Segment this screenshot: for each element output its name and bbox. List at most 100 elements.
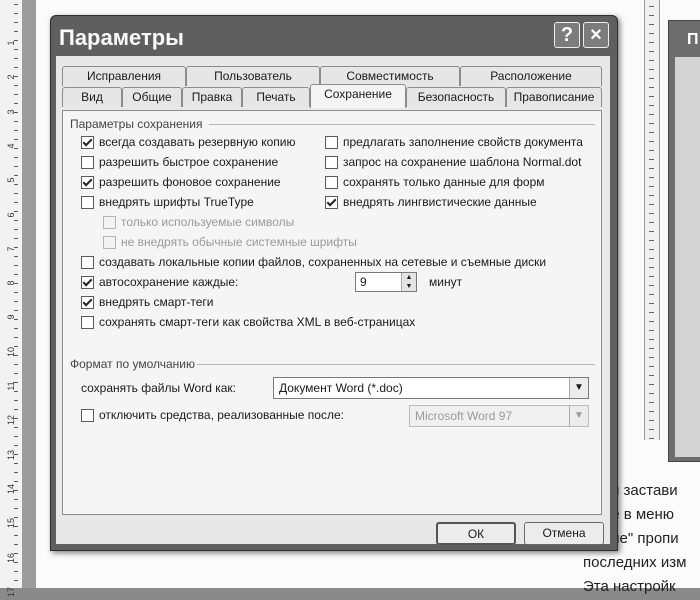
ruler-tick bbox=[649, 96, 654, 97]
tab-user[interactable]: Пользователь bbox=[186, 66, 320, 86]
ruler-tick bbox=[649, 303, 654, 304]
ruler-tick bbox=[649, 276, 654, 277]
smart-tags-xml-checkbox[interactable]: сохранять смарт-теги как свойства XML в … bbox=[81, 315, 415, 329]
save-format-select[interactable]: Документ Word (*.doc) ▼ bbox=[273, 377, 589, 399]
ruler-tick bbox=[649, 78, 654, 79]
ruler-tick bbox=[14, 130, 18, 131]
save-format-value: Документ Word (*.doc) bbox=[279, 381, 403, 395]
tab-layout[interactable]: Расположение bbox=[460, 66, 602, 86]
embed-truetype-checkbox[interactable]: внедрять шрифты TrueType bbox=[81, 195, 254, 209]
ruler-tick bbox=[14, 436, 18, 437]
checkbox-box[interactable] bbox=[103, 235, 116, 249]
default-format-group-label: Формат по умолчанию bbox=[70, 357, 195, 371]
tab-save[interactable]: Сохранение bbox=[310, 84, 406, 108]
prompt-doc-properties-checkbox[interactable]: предлагать заполнение свойств документа bbox=[325, 135, 583, 149]
autosave-minutes-value[interactable]: 9 bbox=[356, 273, 401, 291]
no-system-fonts-checkbox[interactable]: не внедрять обычные системные шрифты bbox=[103, 235, 357, 249]
ruler-tick bbox=[649, 6, 654, 7]
fast-save-checkbox[interactable]: разрешить быстрое сохранение bbox=[81, 155, 278, 169]
ruler-number: 16 bbox=[6, 552, 16, 563]
ok-button[interactable]: ОК bbox=[436, 522, 516, 545]
checkbox-box[interactable] bbox=[81, 275, 94, 289]
ruler-number: 17 bbox=[6, 586, 16, 597]
ruler-tick bbox=[649, 15, 654, 16]
ruler-tick bbox=[14, 463, 18, 464]
ruler-number: 8 bbox=[6, 280, 16, 286]
prompt-normal-template-checkbox[interactable]: запрос на сохранение шаблона Normal.dot bbox=[325, 155, 581, 169]
background-save-checkbox[interactable]: разрешить фоновое сохранение bbox=[81, 175, 281, 189]
cancel-button[interactable]: Отмена bbox=[524, 522, 604, 545]
tab-print[interactable]: Печать bbox=[242, 87, 310, 107]
checkbox-box[interactable] bbox=[325, 155, 338, 169]
ruler-tick bbox=[14, 328, 18, 329]
checkbox-box[interactable] bbox=[103, 215, 116, 229]
ruler-number: 6 bbox=[6, 212, 16, 218]
ruler-tick bbox=[14, 166, 18, 167]
checkbox-box[interactable] bbox=[325, 135, 338, 149]
autosave-checkbox[interactable]: автосохранение каждые: bbox=[81, 275, 238, 289]
tab-corrections[interactable]: Исправления bbox=[62, 66, 186, 86]
backup-copy-checkbox[interactable]: всегда создавать резервную копию bbox=[81, 135, 295, 149]
checkbox-label: внедрять шрифты TrueType bbox=[99, 195, 254, 209]
disable-features-checkbox[interactable]: отключить средства, реализованные после: bbox=[81, 408, 344, 422]
checkbox-label: разрешить фоновое сохранение bbox=[99, 175, 281, 189]
ruler-tick bbox=[649, 258, 654, 259]
disable-version-value: Microsoft Word 97 bbox=[415, 409, 513, 423]
ruler-number: 1 bbox=[6, 40, 16, 46]
help-icon[interactable]: ? bbox=[554, 22, 580, 48]
ruler-tick bbox=[14, 364, 18, 365]
tab-edit[interactable]: Правка bbox=[182, 87, 242, 107]
close-icon[interactable]: × bbox=[583, 22, 609, 48]
ruler-tick bbox=[649, 213, 654, 214]
checkbox-box[interactable] bbox=[81, 255, 94, 269]
ruler-tick bbox=[649, 339, 654, 340]
embed-smart-tags-checkbox[interactable]: внедрять смарт-теги bbox=[81, 295, 213, 309]
checkbox-box[interactable] bbox=[81, 155, 94, 169]
local-copies-checkbox[interactable]: создавать локальные копии файлов, сохран… bbox=[81, 255, 546, 269]
tab-row-top: Исправления Пользователь Совместимость Р… bbox=[62, 66, 602, 86]
ruler-tick bbox=[649, 141, 654, 142]
tab-compatibility[interactable]: Совместимость bbox=[320, 66, 460, 86]
ruler-tick bbox=[14, 292, 18, 293]
ruler-tick bbox=[14, 301, 18, 302]
options-dialog: Параметры ? × Исправления Пользователь С… bbox=[50, 15, 618, 551]
chevron-down-icon[interactable]: ▼ bbox=[569, 378, 588, 398]
group-divider bbox=[197, 364, 595, 365]
ruler-tick bbox=[649, 294, 654, 295]
checkbox-box[interactable] bbox=[81, 408, 94, 422]
tab-view[interactable]: Вид bbox=[62, 87, 122, 107]
checkbox-box[interactable] bbox=[81, 135, 94, 149]
chevron-down-icon[interactable]: ▼ bbox=[402, 282, 416, 291]
checkbox-box[interactable] bbox=[81, 315, 94, 329]
ruler-tick bbox=[649, 123, 654, 124]
checkbox-box[interactable] bbox=[325, 195, 338, 209]
checkbox-label: не внедрять обычные системные шрифты bbox=[121, 235, 357, 249]
chevron-up-icon[interactable]: ▲ bbox=[402, 273, 416, 282]
ruler-tick bbox=[649, 393, 654, 394]
ruler-tick bbox=[14, 85, 18, 86]
checkbox-box[interactable] bbox=[81, 295, 94, 309]
doc-line: последних изм bbox=[583, 554, 687, 571]
background-dialog: П bbox=[668, 20, 700, 462]
tab-general[interactable]: Общие bbox=[122, 87, 182, 107]
checkbox-label: сохранять только данные для форм bbox=[343, 175, 545, 189]
disable-version-select[interactable]: Microsoft Word 97 ▼ bbox=[409, 405, 589, 427]
embed-linguistic-checkbox[interactable]: внедрять лингвистические данные bbox=[325, 195, 537, 209]
ruler-tick bbox=[14, 13, 18, 14]
checkbox-box[interactable] bbox=[325, 175, 338, 189]
save-form-data-checkbox[interactable]: сохранять только данные для форм bbox=[325, 175, 545, 189]
checkbox-box[interactable] bbox=[81, 195, 94, 209]
ruler-tick bbox=[649, 177, 654, 178]
ruler-tick bbox=[14, 94, 18, 95]
autosave-minutes-spinner[interactable]: 9 ▲ ▼ bbox=[355, 272, 417, 292]
dialog-titlebar[interactable]: Параметры ? × bbox=[51, 16, 617, 56]
chevron-down-icon[interactable]: ▼ bbox=[569, 406, 588, 426]
tab-spelling[interactable]: Правописание bbox=[506, 87, 602, 107]
spinner-arrows[interactable]: ▲ ▼ bbox=[401, 273, 416, 291]
used-chars-only-checkbox[interactable]: только используемые символы bbox=[103, 215, 294, 229]
ruler-tick bbox=[649, 150, 654, 151]
ruler-tick bbox=[14, 499, 18, 500]
tab-security[interactable]: Безопасность bbox=[406, 87, 506, 107]
checkbox-box[interactable] bbox=[81, 175, 94, 189]
ruler-tick bbox=[14, 337, 18, 338]
